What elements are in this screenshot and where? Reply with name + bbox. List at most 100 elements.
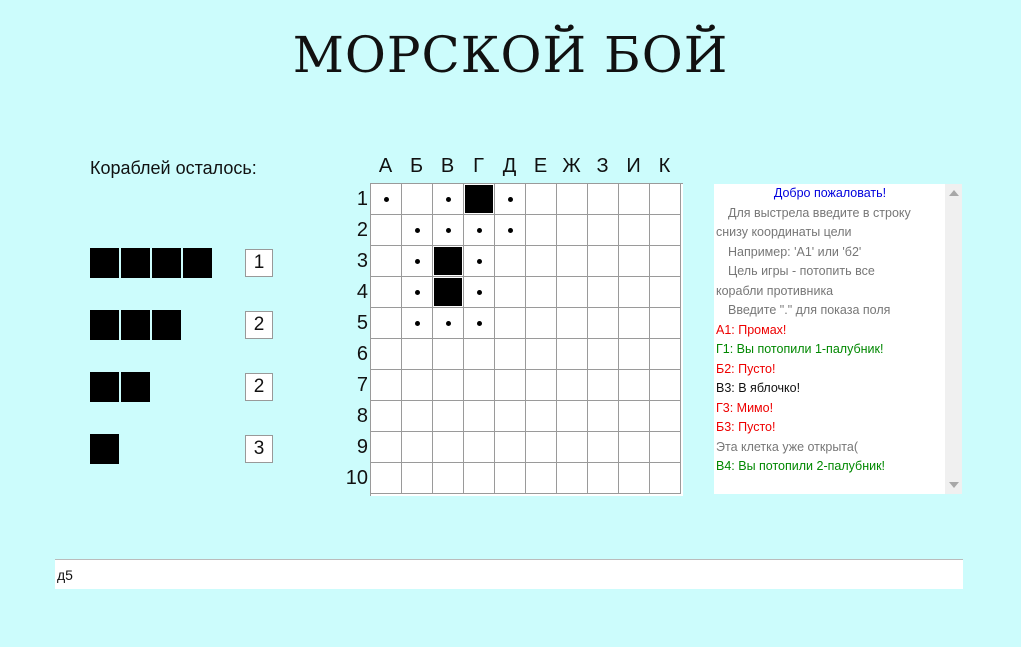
log-message: Цель игры - потопить все [728,264,875,278]
board-cell[interactable] [557,370,588,401]
board-cell[interactable] [619,463,650,494]
board-cell[interactable] [619,215,650,246]
board-cell[interactable] [588,339,619,370]
column-label: К [658,155,671,177]
message-log: Добро пожаловать! Для выстрела введите в … [714,184,962,494]
board-cell[interactable] [526,246,557,277]
board-cell[interactable] [526,401,557,432]
board-cell[interactable] [402,401,433,432]
scroll-down-icon[interactable] [949,482,959,488]
board-cell[interactable] [464,432,495,463]
board-cell[interactable] [526,432,557,463]
board-cell[interactable] [371,215,402,246]
column-label: Е [533,155,548,177]
hit-marker [465,185,493,213]
log-scrollbar[interactable] [945,184,962,494]
board-cell[interactable] [588,370,619,401]
column-label: З [596,155,609,177]
board-cell[interactable] [619,277,650,308]
board-cell[interactable] [588,432,619,463]
board-cell[interactable] [526,277,557,308]
board-cell[interactable] [371,277,402,308]
board-cell[interactable] [371,339,402,370]
board-cell[interactable] [557,246,588,277]
log-message: Добро пожаловать! [773,186,887,200]
board-cell[interactable] [433,339,464,370]
board-cell[interactable] [433,370,464,401]
board-cell[interactable] [557,463,588,494]
scroll-up-icon[interactable] [949,190,959,196]
board-cell[interactable] [650,401,681,432]
board-cell[interactable] [588,215,619,246]
board-cell[interactable] [650,277,681,308]
board-cell[interactable] [402,463,433,494]
board-cell[interactable] [371,463,402,494]
board-cell[interactable] [526,215,557,246]
board-cell[interactable] [557,432,588,463]
board-cell[interactable] [495,401,526,432]
board-cell[interactable] [433,401,464,432]
board-cell[interactable] [371,308,402,339]
board-cell[interactable] [619,184,650,215]
board-cell[interactable] [557,339,588,370]
board-cell[interactable] [588,184,619,215]
board-cell[interactable] [650,432,681,463]
board-cell[interactable] [650,339,681,370]
board-cell[interactable] [495,339,526,370]
board-cell[interactable] [433,463,464,494]
log-message: корабли противника [716,283,834,298]
game-board[interactable] [370,183,683,496]
board-cell[interactable] [650,463,681,494]
board-cell[interactable] [650,308,681,339]
board-cell[interactable] [557,308,588,339]
board-cell[interactable] [464,463,495,494]
ship-count: 3 [245,435,273,463]
board-cell[interactable] [588,308,619,339]
coordinate-input[interactable] [55,559,963,589]
column-label: Б [409,155,424,177]
board-cell[interactable] [464,401,495,432]
board-cell[interactable] [650,246,681,277]
board-cell[interactable] [557,215,588,246]
board-cell[interactable] [619,246,650,277]
board-cell[interactable] [526,463,557,494]
board-cell[interactable] [464,339,495,370]
board-cell[interactable] [588,401,619,432]
board-cell[interactable] [650,184,681,215]
board-cell[interactable] [557,184,588,215]
board-cell[interactable] [402,339,433,370]
board-cell[interactable] [619,401,650,432]
board-cell[interactable] [495,308,526,339]
board-cell[interactable] [495,370,526,401]
board-cell[interactable] [495,432,526,463]
board-cell[interactable] [619,308,650,339]
board-cell[interactable] [371,432,402,463]
row-label: 4 [356,281,368,303]
board-cell[interactable] [371,246,402,277]
board-cell[interactable] [402,432,433,463]
board-cell[interactable] [526,184,557,215]
board-cell[interactable] [619,339,650,370]
board-cell[interactable] [526,339,557,370]
board-cell[interactable] [650,370,681,401]
board-cell[interactable] [433,432,464,463]
board-cell[interactable] [495,277,526,308]
board-cell[interactable] [588,277,619,308]
board-cell[interactable] [650,215,681,246]
board-cell[interactable] [402,370,433,401]
board-cell[interactable] [557,277,588,308]
board-cell[interactable] [588,246,619,277]
board-cell[interactable] [557,401,588,432]
board-cell[interactable] [526,370,557,401]
board-cell[interactable] [526,308,557,339]
board-cell[interactable] [619,370,650,401]
board-cell[interactable] [495,463,526,494]
board-cell[interactable] [464,370,495,401]
board-cell[interactable] [619,432,650,463]
board-cell[interactable] [588,463,619,494]
board-cell[interactable] [371,401,402,432]
board-cell[interactable] [495,246,526,277]
board-cell[interactable] [402,184,433,215]
log-message: А1: Промах! [716,322,787,337]
board-cell[interactable] [371,370,402,401]
